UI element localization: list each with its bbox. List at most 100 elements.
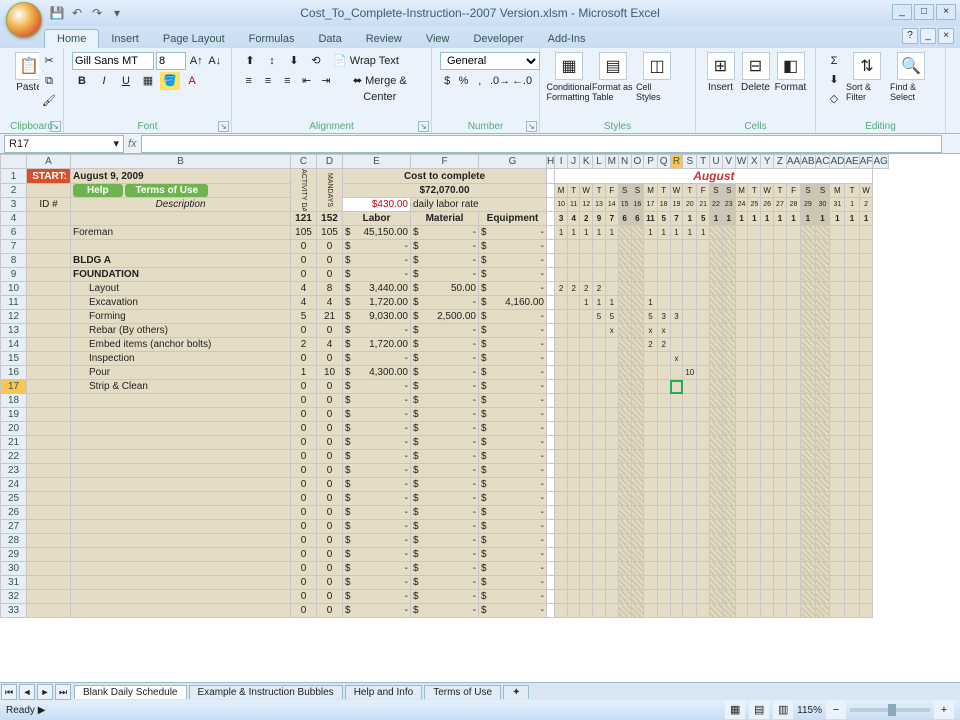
cell[interactable] (774, 296, 787, 310)
row-header[interactable]: 11 (1, 296, 27, 310)
cell[interactable] (735, 268, 748, 282)
cell[interactable] (786, 226, 800, 240)
cell[interactable]: $- (343, 240, 411, 254)
cell[interactable] (845, 310, 859, 324)
cell[interactable]: $- (411, 226, 479, 240)
cell[interactable] (722, 478, 735, 492)
cell[interactable] (801, 366, 815, 380)
cell[interactable]: $- (479, 520, 547, 534)
cell[interactable]: 0 (317, 576, 343, 590)
cell[interactable] (618, 324, 631, 338)
cell[interactable] (761, 548, 774, 562)
cell[interactable]: 1 (568, 226, 580, 240)
cell[interactable] (71, 450, 291, 464)
cell[interactable] (697, 436, 710, 450)
cell[interactable] (605, 562, 618, 576)
cell[interactable]: S (631, 184, 644, 198)
row-header[interactable]: 25 (1, 492, 27, 506)
cell[interactable] (710, 422, 723, 436)
cell[interactable] (568, 254, 580, 268)
cell[interactable] (748, 408, 761, 422)
row-header[interactable]: 16 (1, 366, 27, 380)
cell[interactable] (815, 548, 830, 562)
cell[interactable] (605, 380, 618, 394)
cell[interactable] (801, 268, 815, 282)
cell[interactable] (580, 422, 593, 436)
cell[interactable] (644, 394, 657, 408)
cell[interactable] (631, 408, 644, 422)
cell[interactable]: $- (479, 268, 547, 282)
cell[interactable] (697, 576, 710, 590)
cell[interactable] (697, 324, 710, 338)
cell[interactable] (618, 226, 631, 240)
cell[interactable] (845, 576, 859, 590)
cell[interactable] (722, 604, 735, 618)
cell[interactable] (710, 226, 723, 240)
cell[interactable] (801, 422, 815, 436)
cell[interactable]: $- (411, 492, 479, 506)
cell[interactable]: $- (343, 380, 411, 394)
cell[interactable]: 1 (697, 226, 710, 240)
cell[interactable] (774, 548, 787, 562)
cell[interactable] (27, 492, 71, 506)
col-header[interactable]: AD (830, 155, 845, 169)
cell[interactable] (761, 534, 774, 548)
cell[interactable] (722, 408, 735, 422)
cell[interactable] (547, 324, 555, 338)
cell[interactable]: F (697, 184, 710, 198)
cell[interactable] (547, 184, 555, 198)
cell[interactable] (605, 464, 618, 478)
cell[interactable] (593, 380, 606, 394)
cell[interactable] (27, 534, 71, 548)
cell[interactable]: $- (479, 534, 547, 548)
cell[interactable]: 13 (593, 198, 606, 212)
underline-button[interactable]: U (116, 72, 136, 90)
row-header[interactable]: 32 (1, 590, 27, 604)
cell[interactable] (593, 240, 606, 254)
cell[interactable] (644, 436, 657, 450)
cell[interactable] (748, 548, 761, 562)
col-header[interactable]: S (683, 155, 697, 169)
cell[interactable] (801, 478, 815, 492)
cell[interactable]: $- (411, 436, 479, 450)
cell[interactable]: $- (479, 492, 547, 506)
cell[interactable] (830, 590, 845, 604)
number-launcher[interactable]: ↘ (526, 121, 537, 132)
tab-view[interactable]: View (414, 30, 462, 48)
cell[interactable] (27, 422, 71, 436)
cell[interactable] (830, 240, 845, 254)
cell[interactable] (683, 408, 697, 422)
find-select-button[interactable]: 🔍Find & Select (890, 52, 932, 108)
cell[interactable] (568, 422, 580, 436)
cell[interactable] (580, 338, 593, 352)
cell[interactable] (71, 212, 291, 226)
col-header[interactable]: L (593, 155, 606, 169)
cell[interactable] (697, 450, 710, 464)
merge-center-button[interactable]: ⬌ Merge & Center (337, 72, 423, 90)
col-header[interactable]: M (605, 155, 618, 169)
cell[interactable]: 1 (605, 296, 618, 310)
cell[interactable]: $- (479, 562, 547, 576)
cell[interactable] (683, 282, 697, 296)
cell[interactable] (71, 604, 291, 618)
row-header[interactable]: 24 (1, 478, 27, 492)
cell[interactable] (568, 408, 580, 422)
cell[interactable] (555, 324, 568, 338)
cell[interactable] (774, 562, 787, 576)
cell[interactable] (774, 366, 787, 380)
cell[interactable] (710, 576, 723, 590)
cell[interactable]: 1 (735, 212, 748, 226)
cell[interactable] (644, 366, 657, 380)
cell[interactable] (644, 380, 657, 394)
cell[interactable]: $45,150.00 (343, 226, 411, 240)
cell[interactable]: $- (343, 576, 411, 590)
cell[interactable]: 5 (605, 310, 618, 324)
cell[interactable] (710, 604, 723, 618)
cell[interactable] (547, 198, 555, 212)
cell[interactable] (27, 450, 71, 464)
cell[interactable] (774, 254, 787, 268)
cell[interactable]: Rebar (By others) (71, 324, 291, 338)
cell[interactable] (618, 464, 631, 478)
cell[interactable] (618, 450, 631, 464)
cell[interactable]: $- (411, 324, 479, 338)
